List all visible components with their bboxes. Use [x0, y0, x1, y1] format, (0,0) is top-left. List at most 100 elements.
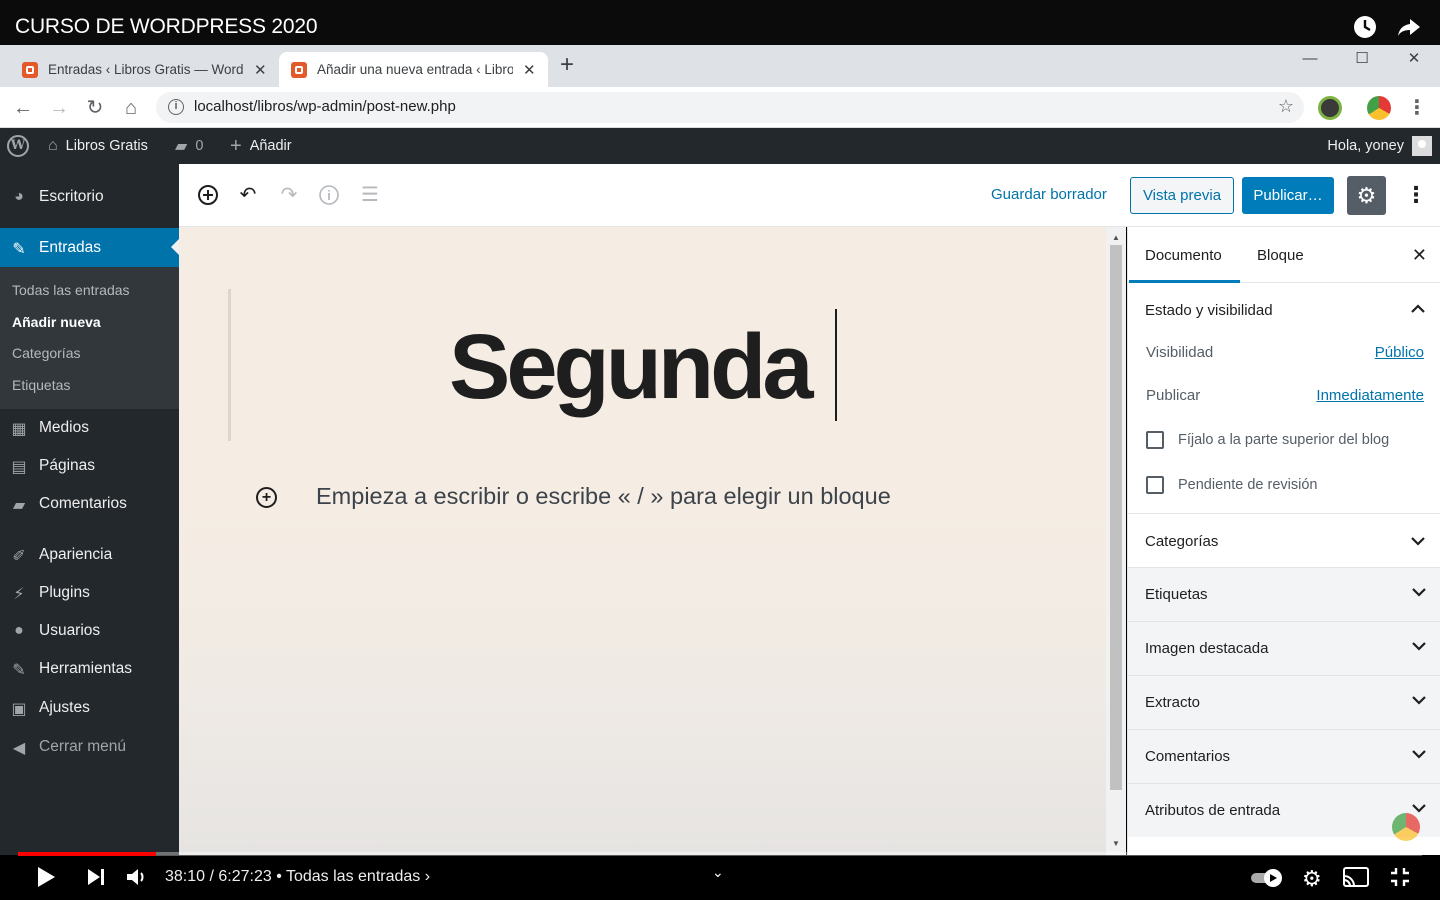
menu-media[interactable]: ▦ Medios — [0, 409, 179, 447]
tags-section[interactable]: Etiquetas — [1128, 567, 1440, 621]
tab-document[interactable]: Documento — [1129, 247, 1240, 283]
featured-image-section[interactable]: Imagen destacada — [1128, 621, 1440, 675]
chevron-down-icon[interactable]: ⌄ — [712, 864, 724, 881]
minimize-icon[interactable]: — — [1284, 45, 1336, 71]
menu-collapse[interactable]: ◀ Cerrar menú — [0, 728, 179, 766]
chevron-down-icon[interactable] — [1412, 746, 1426, 762]
menu-dashboard[interactable]: ◕ Escritorio — [0, 178, 179, 216]
close-panel-icon[interactable]: ✕ — [1412, 245, 1427, 266]
watch-later-icon[interactable] — [1352, 14, 1378, 40]
editor-canvas: Segunda + Empieza a escribir o escribe «… — [179, 227, 1106, 855]
menu-tools[interactable]: ✎ Herramientas — [0, 650, 179, 688]
post-title-field[interactable]: Segunda — [449, 315, 813, 420]
info-icon[interactable]: i — [168, 99, 184, 115]
menu-plugins[interactable]: ⚡ Plugins — [0, 574, 179, 612]
pending-review-checkbox[interactable] — [1146, 476, 1164, 494]
home-icon[interactable]: ⌂ — [118, 95, 144, 121]
visibility-link[interactable]: Público — [1375, 344, 1424, 361]
excerpt-section[interactable]: Extracto — [1128, 675, 1440, 729]
menu-posts[interactable]: ✎ Entradas — [0, 228, 179, 267]
reload-icon[interactable]: ↻ — [82, 95, 108, 121]
save-draft-button[interactable]: Guardar borrador — [991, 186, 1107, 203]
close-tab-icon[interactable]: ✕ — [254, 61, 267, 79]
new-tab-button[interactable]: + — [560, 51, 574, 79]
profile-icon[interactable] — [1367, 96, 1391, 120]
submenu-categories[interactable]: Categorías — [12, 345, 80, 361]
chevron-down-icon[interactable] — [1412, 638, 1426, 654]
submenu-add-new[interactable]: Añadir nueva — [12, 314, 101, 330]
settings-gear-icon[interactable]: ⚙ — [1302, 866, 1322, 892]
maximize-icon[interactable]: ☐ — [1336, 45, 1388, 71]
forward-icon[interactable]: → — [46, 95, 72, 121]
chevron-down-icon[interactable] — [1412, 692, 1426, 708]
bookmark-star-icon[interactable]: ☆ — [1278, 96, 1294, 117]
omnibox[interactable]: i localhost/libros/wp-admin/post-new.php… — [156, 92, 1304, 123]
undo-icon[interactable]: ↶ — [237, 184, 259, 206]
my-account-link[interactable]: Hola, yoney — [1327, 128, 1432, 164]
menu-users[interactable]: ● Usuarios — [0, 612, 179, 650]
divider — [1128, 513, 1440, 514]
extension-icon[interactable] — [1318, 96, 1342, 120]
volume-icon[interactable] — [125, 866, 149, 894]
submenu-tags[interactable]: Etiquetas — [12, 377, 70, 393]
back-icon[interactable]: ← — [10, 95, 36, 121]
inline-add-block-icon[interactable]: + — [256, 487, 277, 508]
url-text[interactable]: localhost/libros/wp-admin/post-new.php — [194, 98, 456, 115]
editor-header: ↶ ↷ ☰ Guardar borrador Vista previa Publ… — [179, 164, 1440, 227]
sticky-label[interactable]: Fíjalo a la parte superior del blog — [1178, 432, 1389, 448]
menu-appearance[interactable]: ✐ Apariencia — [0, 536, 179, 574]
categories-section-title[interactable]: Categorías — [1145, 533, 1218, 550]
tab-block[interactable]: Bloque — [1257, 247, 1304, 264]
posts-submenu: Todas las entradas Añadir nueva Categorí… — [0, 267, 179, 409]
share-icon[interactable] — [1396, 14, 1422, 40]
settings-gear-icon[interactable]: ⚙ — [1347, 176, 1386, 215]
next-video-icon[interactable] — [86, 866, 106, 894]
sticky-checkbox[interactable] — [1146, 431, 1164, 449]
menu-pages[interactable]: ▤ Páginas — [0, 447, 179, 485]
browser-tab-entradas[interactable]: Entradas ‹ Libros Gratis — WordPress ✕ — [10, 52, 279, 87]
exit-fullscreen-icon[interactable] — [1389, 866, 1411, 894]
add-new-link[interactable]: + Añadir — [230, 128, 292, 164]
block-navigation-icon[interactable]: ☰ — [359, 184, 381, 206]
submenu-all-posts[interactable]: Todas las entradas — [12, 282, 130, 298]
cast-icon[interactable] — [1342, 866, 1370, 894]
scrollbar-thumb[interactable] — [1110, 245, 1122, 790]
browser-tab-new-post[interactable]: Añadir una nueva entrada ‹ Libros Gratis… — [279, 52, 548, 87]
chevron-down-icon[interactable] — [1411, 533, 1425, 549]
menu-comments[interactable]: ▰ Comentarios — [0, 485, 179, 523]
chevron-down-icon[interactable] — [1412, 584, 1426, 600]
comment-bubble-icon: ▰ — [175, 138, 188, 155]
wordpress-logo-icon[interactable]: W — [7, 135, 29, 157]
more-options-icon[interactable]: ⋮ — [1405, 182, 1427, 208]
play-icon[interactable] — [36, 866, 56, 894]
publish-button[interactable]: Publicar… — [1242, 177, 1334, 214]
chrome-menu-icon[interactable]: ⋮ — [1404, 95, 1430, 121]
chevron-up-icon[interactable] — [1411, 301, 1425, 317]
site-name-link[interactable]: ⌂ Libros Gratis — [48, 128, 148, 164]
discussion-section[interactable]: Comentarios — [1128, 729, 1440, 783]
status-section-title[interactable]: Estado y visibilidad — [1145, 302, 1273, 319]
chapter-title[interactable]: • Todas las entradas › — [276, 868, 430, 885]
scroll-down-icon[interactable]: ▼ — [1112, 839, 1120, 848]
add-block-icon[interactable] — [197, 184, 219, 206]
close-window-icon[interactable]: ✕ — [1388, 45, 1440, 71]
block-placeholder[interactable]: Empieza a escribir o escribe « / » para … — [316, 483, 891, 510]
publish-date-link[interactable]: Inmediatamente — [1316, 387, 1424, 404]
menu-label: Usuarios — [39, 622, 101, 639]
autoplay-toggle[interactable] — [1251, 868, 1285, 894]
comments-link[interactable]: ▰ 0 — [175, 128, 203, 164]
preview-button[interactable]: Vista previa — [1130, 177, 1234, 214]
close-tab-icon[interactable]: ✕ — [523, 61, 536, 79]
section-title: Atributos de entrada — [1145, 802, 1281, 819]
scroll-up-icon[interactable]: ▲ — [1112, 233, 1120, 242]
comments-icon: ▰ — [12, 497, 26, 514]
redo-icon[interactable]: ↷ — [278, 184, 300, 206]
tab-label: Entradas ‹ Libros Gratis — WordPress — [48, 62, 244, 77]
wrench-icon: ✎ — [12, 662, 26, 679]
info-icon[interactable] — [318, 184, 340, 206]
editor-scrollbar[interactable]: ▲ ▼ — [1106, 227, 1126, 855]
menu-settings[interactable]: ▣ Ajustes — [0, 689, 179, 727]
plugin-icon: ⚡ — [13, 586, 25, 603]
chevron-down-icon[interactable] — [1412, 800, 1426, 816]
pending-review-label[interactable]: Pendiente de revisión — [1178, 477, 1317, 493]
